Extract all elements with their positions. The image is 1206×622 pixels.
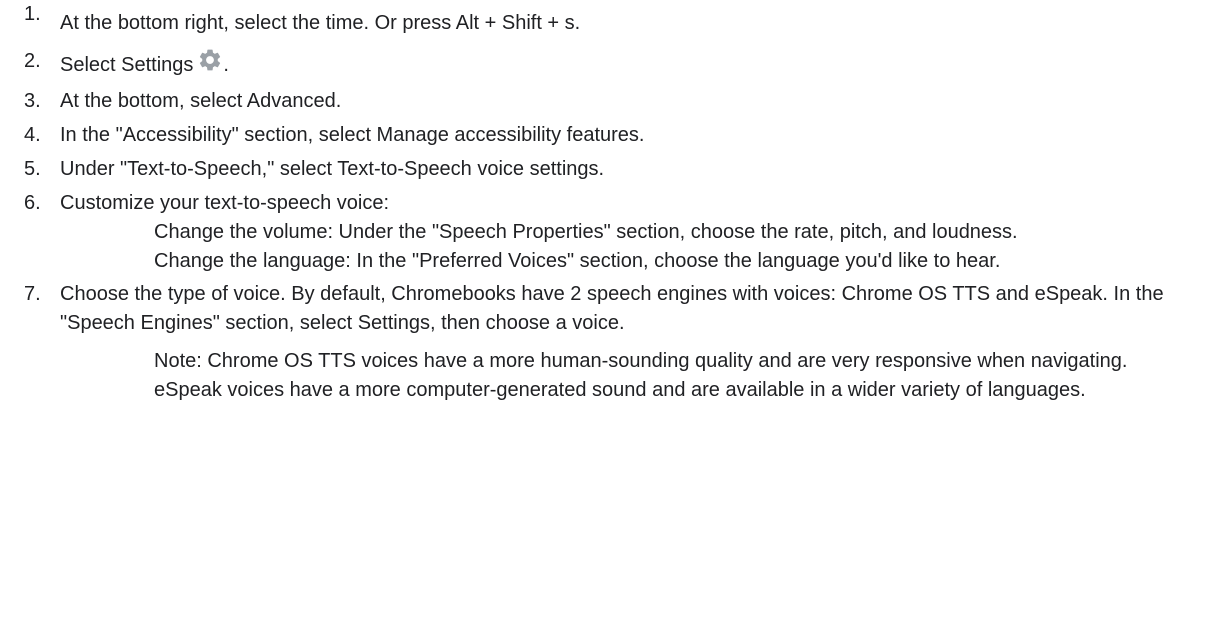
step-number: 7. xyxy=(24,283,41,305)
instruction-list: 1. At the bottom right, select the time.… xyxy=(0,0,1206,405)
step-number: 1. xyxy=(24,3,41,25)
step-text-suffix: . xyxy=(223,54,229,76)
step-3: 3. At the bottom, select Advanced. xyxy=(0,87,1206,116)
step-text: Customize your text-to-speech voice: xyxy=(60,192,390,214)
step-text: In the "Accessibility" section, select M… xyxy=(60,124,645,146)
step-text: At the bottom right, select the time. Or… xyxy=(60,12,581,34)
substep-text: Change the language: In the "Preferred V… xyxy=(154,250,1001,272)
step-text: Choose the type of voice. By default, Ch… xyxy=(60,283,1164,334)
step-number: 5. xyxy=(24,158,41,180)
step-text: At the bottom, select Advanced. xyxy=(60,90,342,112)
gear-icon xyxy=(197,47,223,73)
step-number: 6. xyxy=(24,192,41,214)
step-6: 6. Customize your text-to-speech voice: … xyxy=(0,189,1206,276)
step-1: 1. At the bottom right, select the time.… xyxy=(0,0,1206,38)
step-number: 3. xyxy=(24,90,41,112)
step-7: 7. Choose the type of voice. By default, … xyxy=(0,280,1206,405)
substep-text: Change the volume: Under the "Speech Pro… xyxy=(154,221,1018,243)
step-number: 2. xyxy=(24,50,41,72)
step-text-wrap: Select Settings . xyxy=(60,47,1206,80)
step-number: 4. xyxy=(24,124,41,146)
step-text: Select Settings xyxy=(60,54,194,76)
step-5: 5. Under "Text-to-Speech," select Text-t… xyxy=(0,155,1206,184)
step-2: 2. Select Settings . xyxy=(0,47,1206,80)
note-text: Note: Chrome OS TTS voices have a more h… xyxy=(154,350,1128,401)
step-4: 4. In the "Accessibility" section, selec… xyxy=(0,121,1206,150)
step-text: Under "Text-to-Speech," select Text-to-S… xyxy=(60,158,605,180)
